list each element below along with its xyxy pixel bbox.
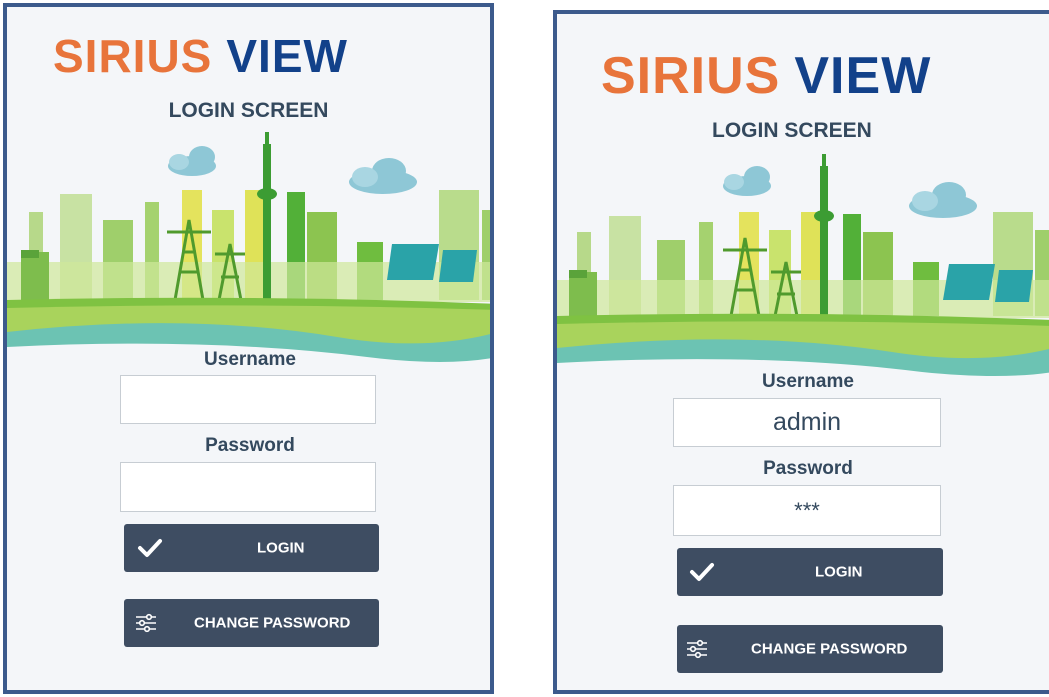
checkmark-icon xyxy=(690,563,714,581)
app-logo: SIRIUS VIEW xyxy=(53,30,348,82)
password-input[interactable] xyxy=(120,462,376,512)
change-password-button[interactable]: CHANGE PASSWORD xyxy=(124,599,379,647)
login-panel-filled: SIRIUS VIEW LOGIN SCREEN Username admin … xyxy=(553,10,1049,694)
sliders-icon xyxy=(136,613,156,633)
password-input[interactable] xyxy=(673,485,941,536)
change-password-button[interactable]: CHANGE PASSWORD xyxy=(677,625,943,673)
cloud-icon xyxy=(349,158,417,194)
cloud-icon xyxy=(168,146,216,176)
login-button-label: LOGIN xyxy=(815,563,863,581)
password-label: Password xyxy=(763,458,853,479)
username-input[interactable] xyxy=(673,398,941,447)
username-label: Username xyxy=(762,371,854,392)
login-button-label: LOGIN xyxy=(257,539,305,557)
city-illustration xyxy=(557,154,1049,389)
checkmark-icon xyxy=(138,539,162,557)
cloud-icon xyxy=(909,182,977,218)
login-panel-empty: SIRIUS VIEW LOGIN SCREEN Username Passwo… xyxy=(3,3,494,694)
page-title: LOGIN SCREEN xyxy=(712,119,872,142)
city-illustration xyxy=(7,132,490,377)
password-label: Password xyxy=(205,435,295,456)
sliders-icon xyxy=(687,639,707,659)
cloud-icon xyxy=(723,166,771,196)
login-button[interactable]: LOGIN xyxy=(124,524,379,572)
page-title: LOGIN SCREEN xyxy=(168,99,329,122)
username-input[interactable] xyxy=(120,375,376,424)
app-logo: SIRIUS VIEW xyxy=(601,47,932,105)
change-password-button-label: CHANGE PASSWORD xyxy=(194,614,351,632)
username-label: Username xyxy=(204,349,296,370)
change-password-button-label: CHANGE PASSWORD xyxy=(751,640,908,658)
login-button[interactable]: LOGIN xyxy=(677,548,943,596)
